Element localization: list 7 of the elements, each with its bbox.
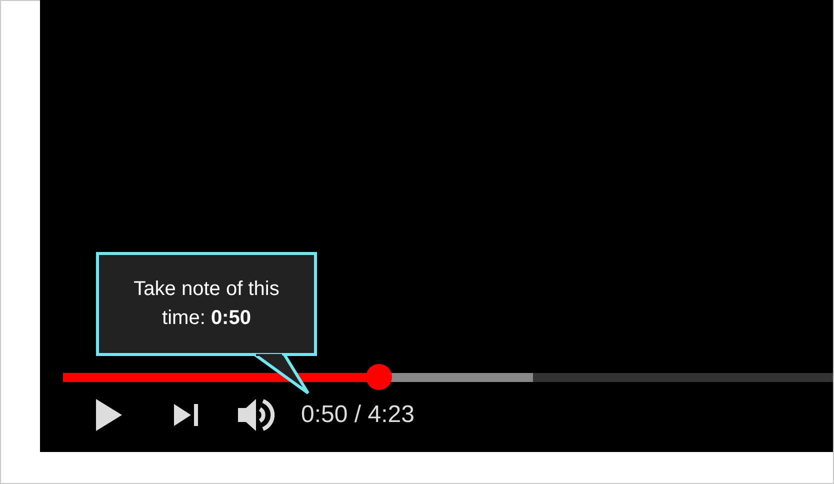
volume-button[interactable] (238, 397, 276, 433)
time-display: 0:50 / 4:23 (301, 401, 414, 429)
scrubber-handle[interactable] (366, 364, 392, 390)
play-button[interactable] (96, 399, 122, 431)
next-button[interactable] (174, 404, 200, 426)
progress-slider[interactable] (63, 364, 833, 390)
tooltip-text: Take note of this time: 0:50 (132, 277, 280, 331)
